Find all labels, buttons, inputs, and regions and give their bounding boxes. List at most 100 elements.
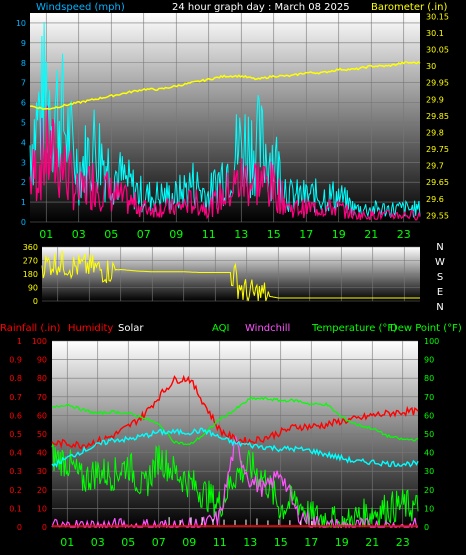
temperature-tick-label: 40 <box>424 449 434 458</box>
climate-hour-axis: 01 03 05 07 09 11 13 15 17 19 21 23 <box>60 536 410 549</box>
hour-tick-label: 07 <box>137 228 151 241</box>
rainfall-tick-label: 0.8 <box>9 374 22 383</box>
solar-label: Solar <box>118 323 144 334</box>
windspeed-tick-label: 10 <box>16 19 26 28</box>
rainfall-tick-label: 0 <box>17 523 22 532</box>
hour-tick-label: 01 <box>60 536 74 549</box>
temperature-tick-label: 30 <box>424 467 434 476</box>
barometer-tick-label: 29.75 <box>426 145 449 154</box>
windspeed-tick-label: 3 <box>21 158 26 167</box>
windspeed-tick-label: 1 <box>21 198 26 207</box>
hour-tick-label: 17 <box>299 228 313 241</box>
barometer-tick-label: 29.7 <box>426 162 444 171</box>
humidity-label: Humidity <box>68 323 113 334</box>
dewpoint-label: Dew Point (°F) <box>390 323 462 334</box>
compass-labels: NWSEN <box>435 242 445 313</box>
hour-tick-label: 23 <box>396 536 410 549</box>
hour-tick-label: 05 <box>104 228 118 241</box>
wind-hour-axis: 01 03 05 07 09 11 13 15 17 19 21 23 <box>39 228 411 241</box>
graph-title: 24 hour graph day : March 08 2025 <box>172 2 350 13</box>
humidity-tick-label: 70 <box>37 393 47 402</box>
hour-tick-label: 19 <box>332 228 346 241</box>
barometer-tick-label: 29.95 <box>426 79 449 88</box>
windspeed-axis-label: Windspeed (mph) <box>36 2 125 13</box>
rainfall-tick-label: 0.5 <box>9 430 22 439</box>
hour-tick-label: 21 <box>364 228 378 241</box>
rainfall-tick-label: 0.9 <box>9 356 22 365</box>
hour-tick-label: 05 <box>121 536 135 549</box>
compass-label: S <box>437 272 443 283</box>
hour-tick-label: 03 <box>72 228 86 241</box>
hour-tick-label: 19 <box>335 536 349 549</box>
humidity-tick-label: 90 <box>37 356 47 365</box>
rainfall-tick-label: 0.3 <box>9 467 22 476</box>
compass-label: N <box>436 302 443 313</box>
temperature-tick-label: 50 <box>424 430 434 439</box>
barometer-tick-label: 30.05 <box>426 45 449 54</box>
humidity-tick-label: 60 <box>37 411 47 420</box>
aqi-label: AQI <box>212 323 230 334</box>
weather-graph: 10 9 8 7 6 5 4 3 2 1 0 30.15 30.1 30.05 30 29.95 29.9 29… <box>0 0 466 555</box>
windspeed-tick-label: 7 <box>21 79 26 88</box>
windspeed-tick-label: 8 <box>21 59 26 68</box>
barometer-tick-label: 29.65 <box>426 178 449 187</box>
humidity-tick-label: 80 <box>37 374 47 383</box>
hour-tick-label: 13 <box>243 536 257 549</box>
hour-tick-label: 13 <box>234 228 248 241</box>
rainfall-tick-label: 0.6 <box>9 411 22 420</box>
rainfall-tick-label: 0.7 <box>9 393 22 402</box>
barometer-tick-label: 29.8 <box>426 128 444 137</box>
temperature-tick-label: 80 <box>424 374 434 383</box>
barometer-tick-label: 29.9 <box>426 95 444 104</box>
barometer-tick-label: 30 <box>426 62 436 71</box>
hour-tick-label: 11 <box>213 536 227 549</box>
direction-axis: 360 270 180 90 0 <box>23 243 38 306</box>
humidity-tick-label: 0 <box>42 523 47 532</box>
temperature-tick-label: 0 <box>424 523 429 532</box>
weather-graph-svg: 109876543210 30.1530.130.053029.9529.929… <box>0 2 462 549</box>
rainfall-label: Rainfall (.in) <box>0 323 61 334</box>
direction-tick-label: 90 <box>28 284 38 293</box>
barometer-tick-label: 29.55 <box>426 211 449 220</box>
hour-tick-label: 03 <box>91 536 105 549</box>
direction-tick-label: 0 <box>33 297 38 306</box>
windspeed-tick-label: 0 <box>21 218 26 227</box>
humidity-axis: 1009080706050403020100 <box>32 337 47 532</box>
barometer-tick-label: 30.15 <box>426 12 449 21</box>
temperature-tick-label: 100 <box>424 337 439 346</box>
compass-label: W <box>435 257 445 268</box>
windspeed-axis: 109876543210 <box>16 19 26 227</box>
humidity-tick-label: 40 <box>37 449 47 458</box>
barometer-tick-label: 30.1 <box>426 29 444 38</box>
barometer-tick-label: 29.85 <box>426 112 449 121</box>
rainfall-axis: 1 0.9 0.8 0.7 0.6 0.5 0.4 0.3 0.2 0.1 0 <box>9 337 22 532</box>
rainfall-tick-label: 0.4 <box>9 449 22 458</box>
wind-baro-plot-area <box>30 13 420 222</box>
barometer-axis: 30.15 30.1 30.05 30 29.95 29.9 29.85 29.8 29.75 2… <box>426 12 449 220</box>
hour-tick-label: 11 <box>202 228 216 241</box>
barometer-tick-label: 29.6 <box>426 195 444 204</box>
humidity-tick-label: 30 <box>37 467 47 476</box>
temperature-tick-label: 90 <box>424 356 434 365</box>
windspeed-tick-label: 2 <box>21 178 26 187</box>
temperature-tick-label: 60 <box>424 411 434 420</box>
hour-tick-label: 07 <box>152 536 166 549</box>
humidity-tick-label: 20 <box>37 486 47 495</box>
barometer-axis-label: Barometer (.in) <box>371 2 447 13</box>
hour-tick-label: 23 <box>397 228 411 241</box>
hour-tick-label: 17 <box>304 536 318 549</box>
windchill-label: Windchill <box>245 323 290 334</box>
humidity-tick-label: 100 <box>32 337 47 346</box>
temperature-tick-label: 70 <box>424 393 434 402</box>
compass-label: E <box>437 287 443 298</box>
direction-tick-label: 270 <box>23 257 38 266</box>
hour-tick-label: 21 <box>365 536 379 549</box>
temperature-label: Temperature (°F) <box>311 323 397 334</box>
windspeed-tick-label: 6 <box>21 99 26 108</box>
direction-tick-label: 360 <box>23 243 38 252</box>
windspeed-tick-label: 5 <box>21 118 26 127</box>
windspeed-tick-label: 9 <box>21 39 26 48</box>
direction-tick-label: 180 <box>23 270 38 279</box>
rainfall-tick-label: 0.2 <box>9 486 22 495</box>
humidity-tick-label: 50 <box>37 430 47 439</box>
